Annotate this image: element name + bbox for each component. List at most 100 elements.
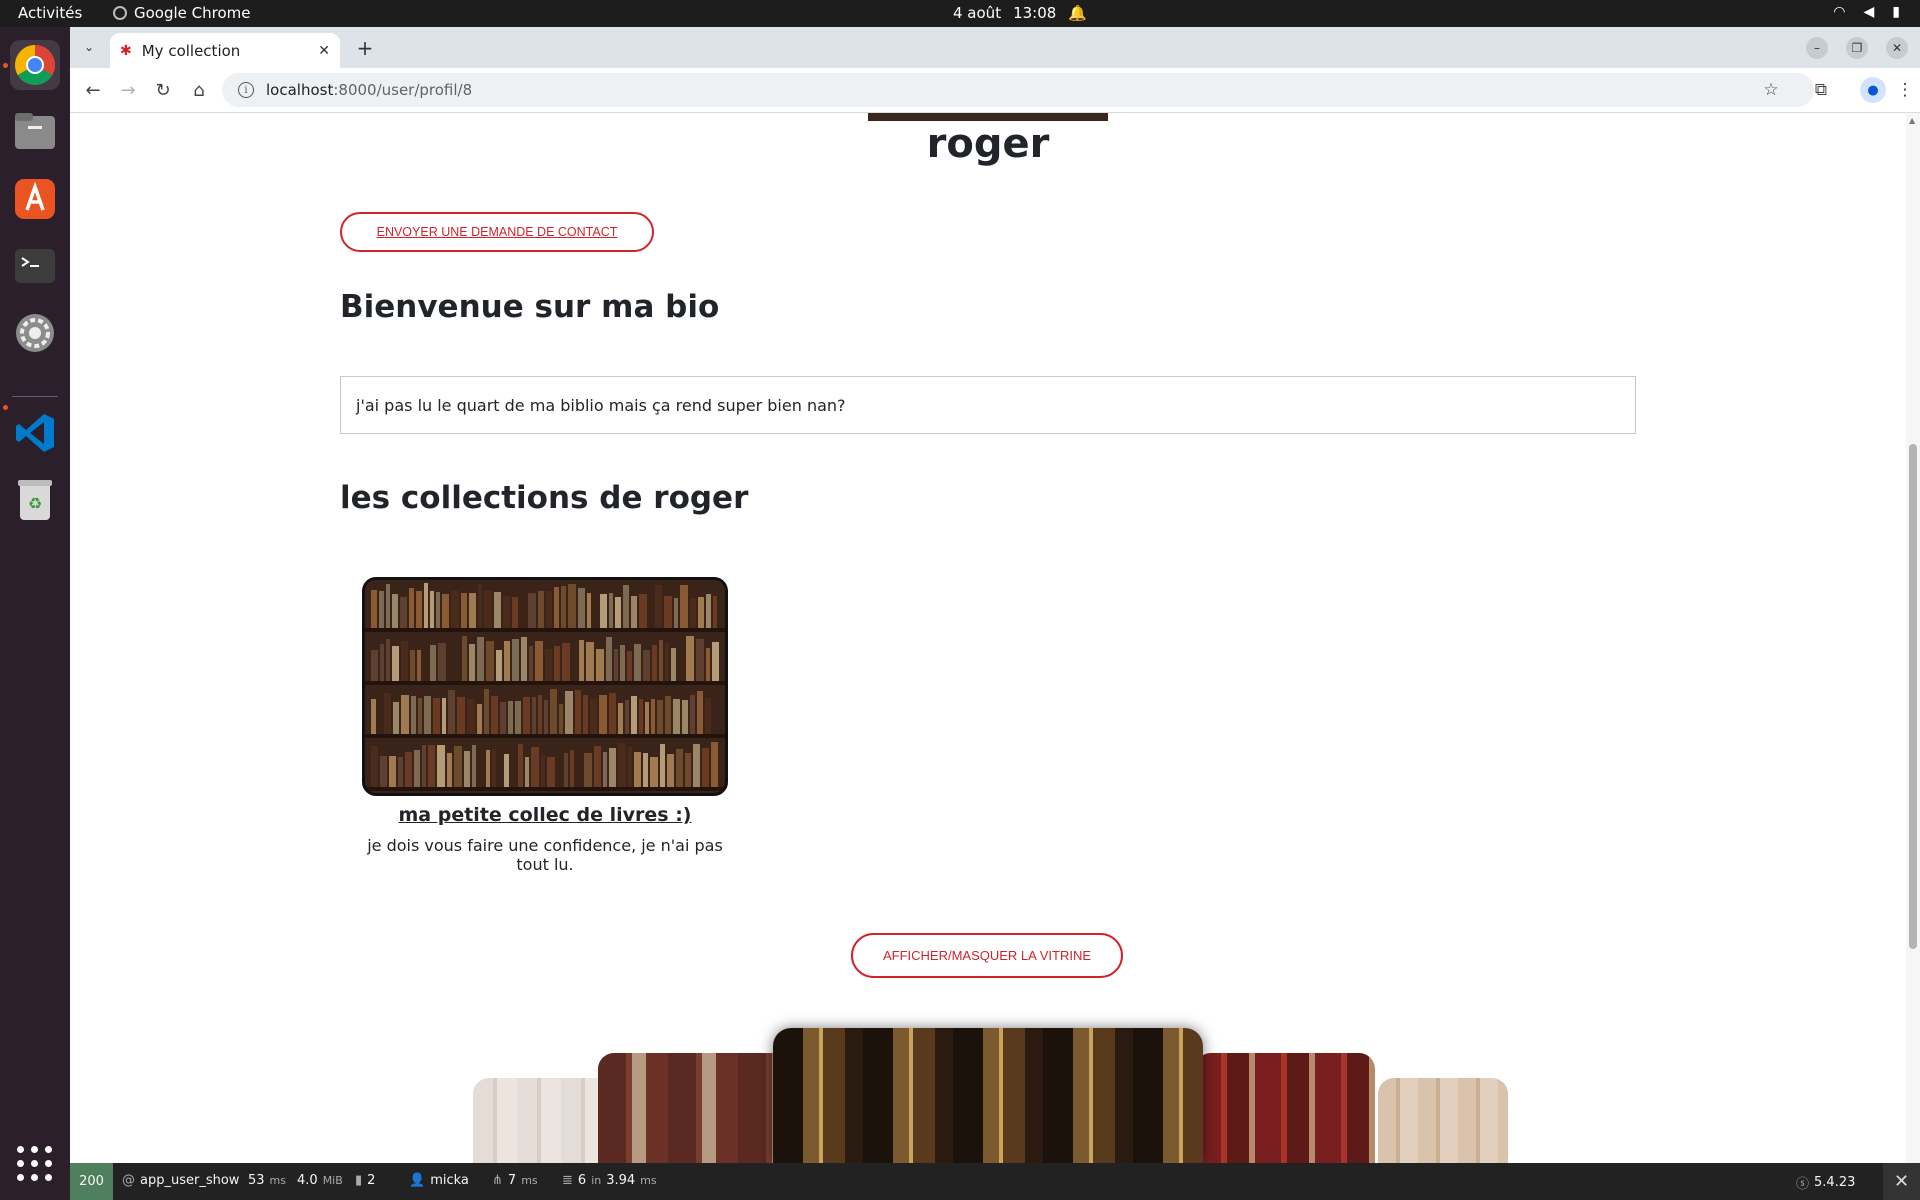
- wifi-icon: ◠: [1833, 4, 1846, 20]
- scroll-up-icon[interactable]: ▲: [1909, 116, 1915, 125]
- vscode-icon[interactable]: [10, 408, 60, 458]
- bell-icon: 🔔: [1068, 4, 1087, 22]
- profile-avatar-icon[interactable]: ●: [1860, 77, 1886, 103]
- close-icon: ✕: [1893, 1171, 1910, 1192]
- bio-heading: Bienvenue sur ma bio: [340, 289, 720, 325]
- profile-banner-image: [868, 113, 1108, 121]
- arrow-right-icon: →: [120, 79, 136, 101]
- symfony-debug-toolbar: 200 @ app_user_show 53 ms 4.0 MiB ▮ 2 👤 …: [70, 1163, 1920, 1200]
- collection-description: je dois vous faire une confidence, je n'…: [367, 836, 723, 874]
- menu-kebab-icon[interactable]: ⋮: [1892, 77, 1918, 103]
- logs-item[interactable]: ▮ 2: [355, 1173, 375, 1188]
- close-tab-icon[interactable]: ✕: [318, 43, 330, 59]
- bio-text: j'ai pas lu le quart de ma biblio mais ç…: [356, 395, 846, 415]
- minimize-icon: –: [1814, 41, 1820, 55]
- forward-button[interactable]: →: [115, 77, 141, 103]
- clock-time: 13:08: [1013, 4, 1057, 22]
- minimize-button[interactable]: –: [1806, 37, 1828, 59]
- collection-title-link[interactable]: ma petite collec de livres :): [362, 804, 728, 826]
- files-icon[interactable]: [10, 106, 60, 156]
- chrome-icon[interactable]: [10, 40, 60, 90]
- activities-button[interactable]: Activités: [18, 4, 82, 22]
- plus-icon: +: [356, 36, 374, 60]
- toggle-showcase-button[interactable]: AFFICHER/MASQUER LA VITRINE: [851, 933, 1123, 978]
- collection-card: ma petite collec de livres :) je dois vo…: [362, 577, 728, 874]
- time-item[interactable]: 53 ms: [248, 1173, 286, 1188]
- system-tray[interactable]: ◠ ◀ ▮: [1833, 4, 1900, 20]
- database-item[interactable]: ≣ 6 in 3.94 ms: [562, 1173, 657, 1188]
- time-unit: ms: [269, 1174, 286, 1187]
- security-item[interactable]: 👤 micka: [409, 1173, 469, 1188]
- settings-icon[interactable]: [10, 308, 60, 358]
- chrome-small-icon: [113, 6, 127, 20]
- site-info-icon[interactable]: i: [238, 82, 254, 98]
- db-queries: 6: [577, 1173, 587, 1188]
- memory-unit: MiB: [322, 1174, 343, 1187]
- collection-cover-image[interactable]: [362, 577, 728, 796]
- chevron-down-icon: ⌄: [83, 40, 95, 54]
- volume-icon: ◀: [1863, 4, 1875, 20]
- route-name: app_user_show: [140, 1173, 240, 1188]
- security-user: micka: [430, 1173, 469, 1188]
- db-in: in: [591, 1174, 602, 1187]
- arrow-left-icon: ←: [85, 79, 101, 101]
- twig-item[interactable]: ⋔ 7 ms: [492, 1173, 538, 1188]
- address-bar[interactable]: i localhost :8000/user/profil/8: [222, 73, 1814, 107]
- showcase-item[interactable]: [598, 1053, 788, 1163]
- show-apps-icon[interactable]: [17, 1146, 53, 1182]
- db-time: 3.94: [606, 1173, 636, 1188]
- dock: ♻: [0, 27, 70, 1200]
- close-toolbar-button[interactable]: ✕: [1883, 1163, 1920, 1200]
- extensions-icon[interactable]: ⧉: [1808, 77, 1834, 103]
- symfony-logo-icon: ⓢ: [1796, 1177, 1810, 1192]
- dock-separator: [12, 396, 58, 397]
- back-button[interactable]: ←: [80, 77, 106, 103]
- reload-icon: ↻: [155, 79, 171, 101]
- database-icon: ≣: [562, 1173, 573, 1188]
- browser-toolbar: ← → ↻ ⌂ i localhost :8000/user/profil/8 …: [70, 68, 1920, 113]
- showcase-item-active[interactable]: [773, 1028, 1203, 1163]
- new-tab-button[interactable]: +: [352, 35, 378, 61]
- symfony-version: 5.4.23: [1814, 1175, 1856, 1190]
- home-button[interactable]: ⌂: [186, 77, 212, 103]
- app-menu[interactable]: Google Chrome: [113, 4, 251, 22]
- clock[interactable]: 4 août 13:08 🔔: [953, 4, 1087, 22]
- at-icon: @: [122, 1173, 135, 1188]
- user-icon: 👤: [409, 1173, 426, 1188]
- showcase-item[interactable]: [1378, 1078, 1508, 1163]
- time-value: 53: [248, 1173, 265, 1188]
- tab-title: My collection: [141, 41, 241, 60]
- showcase-item[interactable]: [1195, 1053, 1375, 1163]
- url-path: :8000/user/profil/8: [333, 81, 473, 99]
- svg-text:♻: ♻: [28, 494, 42, 513]
- twig-icon: ⋔: [492, 1173, 503, 1188]
- scrollbar-thumb[interactable]: [1909, 444, 1917, 949]
- symfony-version-item[interactable]: ⓢ 5.4.23: [1796, 1173, 1855, 1192]
- url-host: localhost: [266, 81, 334, 99]
- close-window-button[interactable]: ✕: [1886, 37, 1908, 59]
- symfony-favicon-icon: ✱: [120, 42, 132, 59]
- tab-my-collection[interactable]: ✱ My collection ✕: [110, 33, 340, 68]
- restore-button[interactable]: ❐: [1846, 37, 1868, 59]
- memory-item[interactable]: 4.0 MiB: [297, 1173, 343, 1188]
- running-indicator: [3, 63, 8, 68]
- http-status-badge[interactable]: 200: [70, 1163, 113, 1200]
- app-center-icon[interactable]: [10, 174, 60, 224]
- close-icon: ✕: [1891, 41, 1903, 55]
- profile-username: roger: [926, 121, 1050, 167]
- page-viewport: roger ENVOYER UNE DEMANDE DE CONTACT Bie…: [70, 113, 1920, 1163]
- route-item[interactable]: @ app_user_show: [122, 1173, 239, 1188]
- battery-icon: ▮: [1892, 4, 1900, 20]
- send-contact-request-button[interactable]: ENVOYER UNE DEMANDE DE CONTACT: [340, 212, 654, 252]
- clock-date: 4 août: [953, 4, 1002, 22]
- twig-time: 7: [507, 1173, 517, 1188]
- tab-search-button[interactable]: ⌄: [76, 34, 102, 60]
- logs-count: 2: [367, 1173, 376, 1188]
- terminal-icon[interactable]: [10, 241, 60, 291]
- reload-button[interactable]: ↻: [150, 77, 176, 103]
- bookmark-star-icon[interactable]: ☆: [1758, 77, 1784, 103]
- app-menu-label: Google Chrome: [134, 4, 251, 22]
- trash-icon[interactable]: ♻: [10, 475, 60, 525]
- page-scrollbar[interactable]: ▲: [1906, 113, 1920, 1163]
- db-unit: ms: [640, 1174, 657, 1187]
